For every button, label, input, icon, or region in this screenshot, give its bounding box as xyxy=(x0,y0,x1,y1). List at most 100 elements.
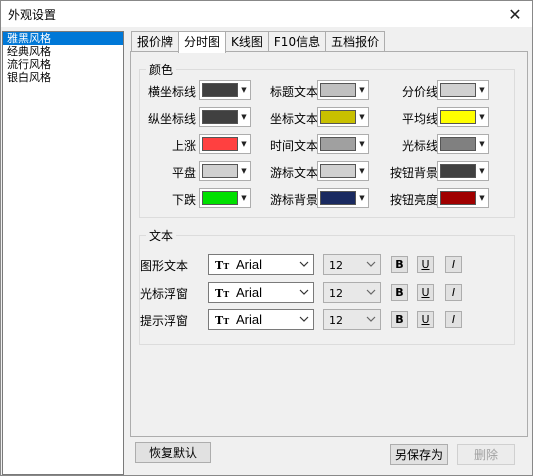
text-group-label: 文本 xyxy=(146,227,177,244)
style-list-item[interactable]: 流行风格 xyxy=(3,58,123,71)
color-label: 纵坐标线 xyxy=(147,112,196,126)
truetype-icon: TT xyxy=(215,259,230,272)
tab-3[interactable]: F10信息 xyxy=(267,31,327,52)
dropdown-arrow-icon[interactable]: ▼ xyxy=(356,81,368,99)
underline-toggle-button[interactable]: U xyxy=(417,256,434,273)
font-family-select[interactable]: TT Arial xyxy=(208,282,314,303)
color-swatch xyxy=(440,164,476,178)
color-group: 颜色 横坐标线 ▼ 标题文本 ▼ 分价线 ▼ 纵坐标线 ▼ 坐标文本 ▼ 平均线 ▼ 上涨 ▼ 时间文本 ▼ 光… xyxy=(139,61,515,218)
dropdown-arrow-icon[interactable]: ▼ xyxy=(238,81,250,99)
dropdown-arrow-icon[interactable]: ▼ xyxy=(356,162,368,180)
delete-button[interactable]: 删除 xyxy=(457,444,515,465)
color-swatch xyxy=(202,191,238,205)
restore-default-button[interactable]: 恢复默认 xyxy=(135,442,211,463)
font-name: Arial xyxy=(236,257,263,272)
dropdown-arrow-icon[interactable]: ▼ xyxy=(476,81,488,99)
color-label: 游标文本 xyxy=(269,166,318,180)
chevron-down-icon xyxy=(299,316,309,322)
bold-toggle-button[interactable]: B xyxy=(391,311,408,328)
tab-bar: 报价牌 分时图 K线图 F10信息 五档报价 xyxy=(131,31,386,53)
color-label: 平均线 xyxy=(401,112,438,126)
color-picker[interactable]: ▼ xyxy=(199,134,251,154)
color-label: 下跌 xyxy=(171,193,196,207)
dropdown-arrow-icon[interactable]: ▼ xyxy=(238,189,250,207)
bold-toggle-button[interactable]: B xyxy=(391,256,408,273)
underline-toggle-button[interactable]: U xyxy=(417,311,434,328)
font-family-select[interactable]: TT Arial xyxy=(208,309,314,330)
color-picker[interactable]: ▼ xyxy=(437,80,489,100)
tab-4[interactable]: 五档报价 xyxy=(325,31,386,52)
italic-toggle-button[interactable]: I xyxy=(445,311,462,328)
color-picker[interactable]: ▼ xyxy=(437,161,489,181)
italic-toggle-button[interactable]: I xyxy=(445,256,462,273)
color-picker[interactable]: ▼ xyxy=(199,188,251,208)
style-list-item[interactable]: 经典风格 xyxy=(3,45,123,58)
color-swatch xyxy=(320,110,356,124)
dropdown-arrow-icon[interactable]: ▼ xyxy=(356,189,368,207)
color-swatch xyxy=(320,164,356,178)
style-list[interactable]: 雅黑风格 经典风格 流行风格 银白风格 xyxy=(2,31,124,475)
dropdown-arrow-icon[interactable]: ▼ xyxy=(476,135,488,153)
font-size-select[interactable]: 12 xyxy=(323,254,381,275)
font-name: Arial xyxy=(236,312,263,327)
dropdown-arrow-icon[interactable]: ▼ xyxy=(238,162,250,180)
chevron-down-icon xyxy=(299,261,309,267)
italic-toggle-button[interactable]: I xyxy=(445,284,462,301)
color-swatch xyxy=(202,164,238,178)
color-picker[interactable]: ▼ xyxy=(199,107,251,127)
color-picker[interactable]: ▼ xyxy=(437,107,489,127)
tab-1[interactable]: 分时图 xyxy=(178,31,227,53)
window-title: 外观设置 xyxy=(8,8,57,22)
dropdown-arrow-icon[interactable]: ▼ xyxy=(476,108,488,126)
color-group-label: 颜色 xyxy=(146,61,177,78)
color-swatch xyxy=(202,110,238,124)
color-picker[interactable]: ▼ xyxy=(317,134,369,154)
color-picker[interactable]: ▼ xyxy=(199,80,251,100)
font-size-select[interactable]: 12 xyxy=(323,282,381,303)
font-name: Arial xyxy=(236,285,263,300)
underline-glyph: U xyxy=(421,286,430,299)
color-label: 分价线 xyxy=(401,85,438,99)
italic-glyph: I xyxy=(451,286,456,299)
color-picker[interactable]: ▼ xyxy=(437,188,489,208)
font-size-value: 12 xyxy=(329,259,343,272)
font-size-value: 12 xyxy=(329,314,343,327)
dropdown-arrow-icon[interactable]: ▼ xyxy=(238,108,250,126)
color-swatch xyxy=(440,137,476,151)
close-button[interactable]: ✕ xyxy=(498,1,532,27)
dropdown-arrow-icon[interactable]: ▼ xyxy=(356,135,368,153)
color-swatch xyxy=(440,191,476,205)
dropdown-arrow-icon[interactable]: ▼ xyxy=(238,135,250,153)
font-setting-label: 图形文本 xyxy=(140,259,189,273)
style-list-item[interactable]: 银白风格 xyxy=(3,71,123,84)
color-picker[interactable]: ▼ xyxy=(317,107,369,127)
color-swatch xyxy=(320,191,356,205)
font-family-select[interactable]: TT Arial xyxy=(208,254,314,275)
title-bar: 外观设置 ✕ xyxy=(1,1,532,27)
color-swatch xyxy=(320,83,356,97)
color-picker[interactable]: ▼ xyxy=(317,80,369,100)
bold-toggle-button[interactable]: B xyxy=(391,284,408,301)
underline-toggle-button[interactable]: U xyxy=(417,284,434,301)
color-picker[interactable]: ▼ xyxy=(437,134,489,154)
dropdown-arrow-icon[interactable]: ▼ xyxy=(476,162,488,180)
color-swatch xyxy=(202,137,238,151)
font-setting-label: 提示浮窗 xyxy=(140,314,189,328)
tab-2[interactable]: K线图 xyxy=(225,31,269,52)
dropdown-arrow-icon[interactable]: ▼ xyxy=(356,108,368,126)
color-swatch xyxy=(320,137,356,151)
color-picker[interactable]: ▼ xyxy=(317,161,369,181)
color-picker[interactable]: ▼ xyxy=(317,188,369,208)
dropdown-arrow-icon[interactable]: ▼ xyxy=(476,189,488,207)
tab-0[interactable]: 报价牌 xyxy=(131,31,180,52)
color-picker[interactable]: ▼ xyxy=(199,161,251,181)
chevron-down-icon xyxy=(366,261,376,267)
close-icon: ✕ xyxy=(508,4,522,24)
bold-glyph: B xyxy=(395,286,404,299)
style-list-item[interactable]: 雅黑风格 xyxy=(3,32,123,45)
truetype-icon: TT xyxy=(215,287,230,300)
font-size-select[interactable]: 12 xyxy=(323,309,381,330)
font-setting-label: 光标浮窗 xyxy=(140,287,189,301)
save-as-button[interactable]: 另保存为 xyxy=(390,444,448,465)
color-label: 按钮亮度 xyxy=(389,193,438,207)
